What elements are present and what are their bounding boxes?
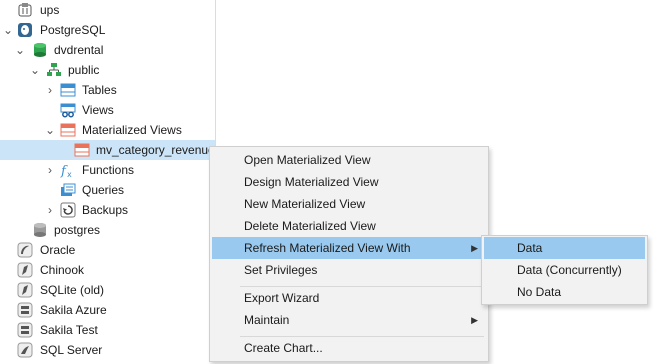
menu-item-open-materialized-view[interactable]: Open Materialized View (212, 149, 486, 171)
menu-item-refresh-materialized-view-with[interactable]: Refresh Materialized View With ▶ (212, 237, 486, 259)
navigation-tree: ups ⌄ PostgreSQL ⌄ dvdrental ⌄ public › … (0, 0, 216, 362)
chevron-right-icon[interactable]: › (44, 160, 56, 180)
tree-item-label: Views (82, 103, 114, 117)
chevron-down-icon[interactable]: ⌄ (29, 60, 41, 80)
backup-icon (60, 202, 76, 218)
tree-item-materialized-views[interactable]: ⌄ Materialized Views (0, 120, 215, 140)
menu-item-maintain[interactable]: Maintain ▶ (212, 309, 486, 331)
tree-item-label: Sakila Azure (40, 303, 107, 317)
tree-item-label: Queries (82, 183, 125, 197)
menu-item-set-privileges[interactable]: Set Privileges (212, 259, 486, 281)
chevron-right-icon[interactable]: › (44, 80, 56, 100)
tree-item-ups[interactable]: ups (0, 0, 215, 20)
tree-item-label: Backups (82, 203, 129, 217)
oracle-icon (17, 242, 33, 258)
tree-item-queries[interactable]: Queries (0, 180, 215, 200)
tree-item-postgresql[interactable]: ⌄ PostgreSQL (0, 20, 215, 40)
menu-item-delete-materialized-view[interactable]: Delete Materialized View (212, 215, 486, 237)
tree-item-label: ups (40, 3, 60, 17)
chevron-down-icon[interactable]: ⌄ (44, 120, 56, 140)
tree-item-sqlite-old[interactable]: SQLite (old) (0, 280, 215, 300)
sqlite-icon (17, 282, 33, 298)
table-icon (60, 82, 76, 98)
submenu-arrow-icon: ▶ (471, 315, 478, 325)
refresh-submenu: Data Data (Concurrently) No Data (481, 235, 648, 305)
tree-item-label: SQL Server (40, 343, 103, 357)
server-icon (17, 2, 33, 18)
function-icon: fx (60, 162, 76, 179)
tree-item-label: dvdrental (54, 43, 104, 57)
svg-text:x: x (67, 170, 72, 178)
tree-item-chinook[interactable]: Chinook (0, 260, 215, 280)
tree-item-views[interactable]: Views (0, 100, 215, 120)
chevron-right-icon[interactable]: › (44, 200, 56, 220)
sql-server-icon (17, 342, 33, 358)
tree-item-label: Sakila Test (40, 323, 98, 337)
tree-item-sakila-azure[interactable]: Sakila Azure (0, 300, 215, 320)
materialized-view-icon (74, 142, 90, 158)
tree-item-label: Chinook (40, 263, 85, 277)
tree-item-public[interactable]: ⌄ public (0, 60, 215, 80)
tree-item-label: public (68, 63, 100, 77)
submenu-item-no-data[interactable]: No Data (484, 281, 645, 303)
submenu-item-data-concurrently[interactable]: Data (Concurrently) (484, 259, 645, 281)
tree-item-label: Tables (82, 83, 117, 97)
tree-item-label: mv_category_revenue (96, 143, 215, 157)
query-icon (60, 182, 76, 198)
chevron-down-icon[interactable]: ⌄ (14, 40, 26, 60)
view-icon (60, 102, 76, 118)
materialized-view-icon (60, 122, 76, 138)
server-icon (17, 302, 33, 318)
tree-item-label: SQLite (old) (40, 283, 105, 297)
submenu-item-data[interactable]: Data (484, 237, 645, 259)
server-icon (17, 322, 33, 338)
tree-item-sql-server[interactable]: SQL Server (0, 340, 215, 360)
tree-item-functions[interactable]: › fx Functions (0, 160, 215, 180)
menu-item-label: Maintain (244, 313, 290, 327)
menu-item-label: Refresh Materialized View With (244, 241, 411, 255)
database-icon (32, 42, 48, 58)
submenu-arrow-icon: ▶ (471, 243, 478, 253)
tree-item-oracle[interactable]: Oracle (0, 240, 215, 260)
database-icon (32, 222, 48, 238)
tree-item-backups[interactable]: › Backups (0, 200, 215, 220)
postgresql-icon (17, 22, 33, 38)
tree-item-dvdrental[interactable]: ⌄ dvdrental (0, 40, 215, 60)
tree-item-sakila-test[interactable]: Sakila Test (0, 320, 215, 340)
menu-item-new-materialized-view[interactable]: New Materialized View (212, 193, 486, 215)
tree-item-label: Materialized Views (82, 123, 182, 137)
tree-item-tables[interactable]: › Tables (0, 80, 215, 100)
chevron-down-icon[interactable]: ⌄ (2, 20, 14, 40)
sqlite-icon (17, 262, 33, 278)
schema-icon (46, 62, 62, 78)
menu-item-create-chart[interactable]: Create Chart... (212, 337, 486, 359)
tree-item-label: PostgreSQL (40, 23, 106, 37)
tree-item-label: Oracle (40, 243, 76, 257)
tree-item-label: postgres (54, 223, 101, 237)
tree-item-mv-category-revenue[interactable]: mv_category_revenue (0, 140, 215, 160)
tree-item-label: Functions (82, 163, 135, 177)
menu-item-export-wizard[interactable]: Export Wizard (212, 287, 486, 309)
context-menu: Open Materialized View Design Materializ… (209, 146, 489, 362)
tree-item-postgres[interactable]: postgres (0, 220, 215, 240)
menu-item-design-materialized-view[interactable]: Design Materialized View (212, 171, 486, 193)
